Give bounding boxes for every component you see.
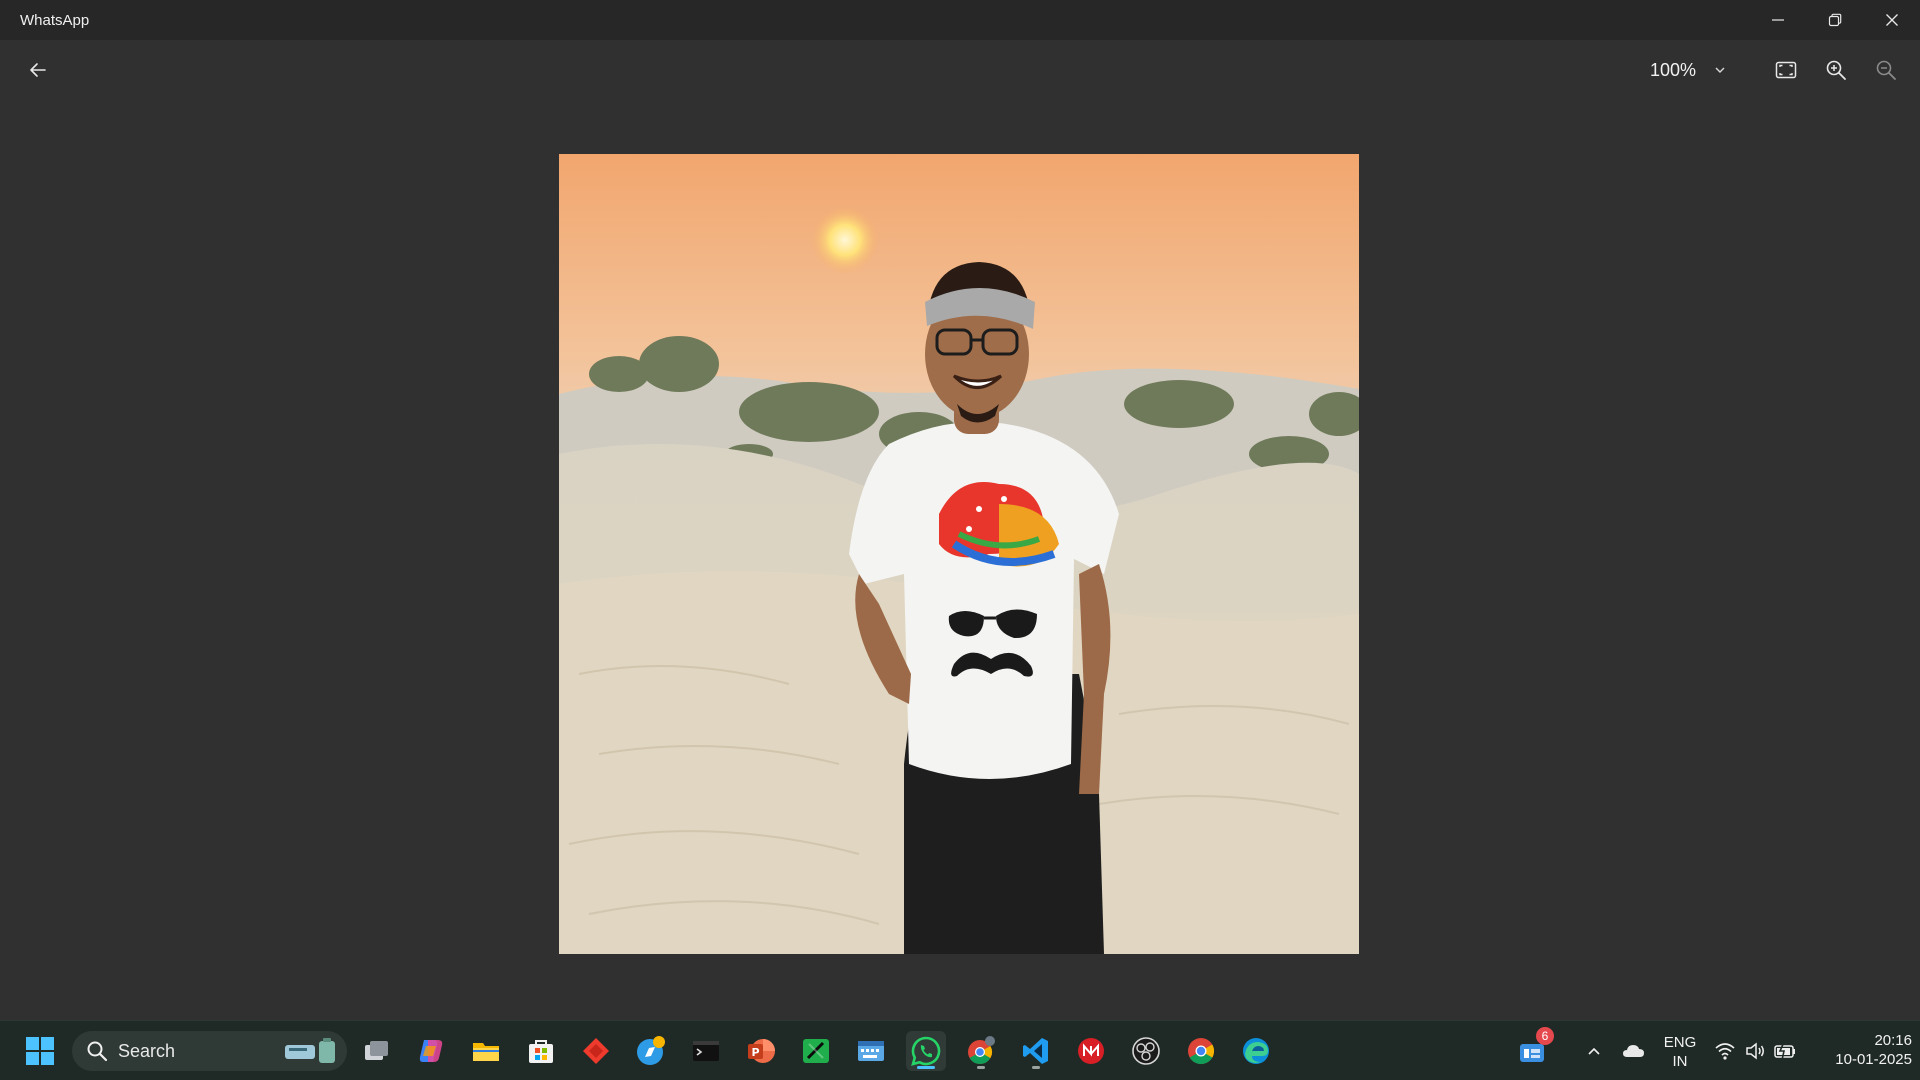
open-app-indicator — [1032, 1066, 1040, 1069]
copilot-button[interactable] — [411, 1031, 451, 1071]
search-highlight-art — [285, 1038, 335, 1063]
input-language-indicator[interactable]: ENG IN — [1660, 1033, 1700, 1071]
edge-button[interactable] — [1236, 1031, 1276, 1071]
onedrive-button[interactable] — [1614, 1031, 1654, 1071]
app-title: WhatsApp — [20, 11, 90, 29]
obs-icon — [1132, 1037, 1160, 1065]
restore-icon — [1828, 13, 1841, 27]
copilot-icon — [419, 1040, 443, 1062]
terminal-button[interactable] — [686, 1031, 726, 1071]
powerpoint-button[interactable]: P — [741, 1031, 781, 1071]
minimize-icon — [1771, 19, 1784, 21]
cloud-icon — [1623, 1045, 1644, 1057]
viewed-photo[interactable] — [559, 154, 1359, 954]
safari-style-browser-button[interactable] — [631, 1031, 671, 1071]
chevron-down-icon — [1715, 67, 1725, 73]
clock-time: 20:16 — [1874, 1032, 1912, 1049]
fit-to-screen-button[interactable] — [1768, 52, 1804, 88]
windows-taskbar: Search P 6 ENG IN 20:16 10-01-2025 — [0, 1020, 1920, 1080]
microsoft-store-button[interactable] — [521, 1031, 561, 1071]
clock-date: 10-01-2025 — [1835, 1051, 1912, 1068]
chrome-profile-button[interactable] — [961, 1031, 1001, 1071]
anydesk-icon — [583, 1038, 609, 1064]
zoom-level-value: 100% — [1650, 59, 1697, 80]
volume-status[interactable] — [1738, 1031, 1772, 1071]
search-label: Search — [118, 1040, 176, 1061]
zoom-out-button[interactable] — [1868, 52, 1904, 88]
windows-logo-icon — [26, 1037, 54, 1065]
task-view-icon — [365, 1041, 388, 1060]
back-button[interactable] — [20, 52, 56, 88]
taskbar-search-box[interactable]: Search — [72, 1031, 347, 1071]
show-hidden-icons-button[interactable] — [1574, 1031, 1614, 1071]
widgets-button[interactable]: 6 — [1512, 1027, 1554, 1071]
close-button[interactable] — [1863, 0, 1920, 40]
whatsapp-icon — [911, 1036, 941, 1066]
spreadsheet-icon — [803, 1039, 829, 1063]
open-app-indicator — [977, 1066, 985, 1069]
battery-charging-icon — [1774, 1041, 1795, 1061]
zoom-out-icon — [1876, 60, 1896, 80]
powerpoint-icon: P — [748, 1039, 775, 1063]
keyboard-app-button[interactable] — [851, 1031, 891, 1071]
wifi-icon — [1715, 1043, 1735, 1060]
chrome-button[interactable] — [1181, 1031, 1221, 1071]
zoom-in-icon — [1826, 60, 1846, 80]
language-region: IN — [1672, 1053, 1688, 1070]
spreadsheet-button[interactable] — [796, 1031, 836, 1071]
battery-status[interactable] — [1768, 1031, 1802, 1071]
chevron-up-icon — [1588, 1047, 1600, 1055]
whatsapp-taskbar-button[interactable] — [906, 1031, 946, 1071]
chrome-profile-icon — [968, 1036, 995, 1065]
vscode-button[interactable] — [1016, 1031, 1056, 1071]
language-code: ENG — [1663, 1034, 1697, 1051]
speaker-icon — [1746, 1042, 1764, 1060]
back-arrow-icon — [30, 63, 46, 77]
sun — [811, 206, 879, 274]
restore-button[interactable] — [1806, 0, 1863, 40]
obs-button[interactable] — [1126, 1031, 1166, 1071]
clock[interactable]: 20:16 10-01-2025 — [1812, 1031, 1912, 1069]
vscode-icon — [1023, 1038, 1048, 1064]
start-button[interactable] — [20, 1031, 60, 1071]
close-icon — [1885, 14, 1898, 26]
window-controls — [1749, 0, 1920, 40]
image-viewer-toolbar: 100% — [0, 40, 1920, 100]
active-app-indicator — [917, 1066, 935, 1069]
search-icon — [87, 1041, 108, 1062]
safari-style-icon — [637, 1036, 665, 1065]
keyboard-app-icon — [858, 1041, 884, 1061]
task-view-button[interactable] — [356, 1031, 396, 1071]
chrome-icon — [1188, 1038, 1215, 1065]
minimize-button[interactable] — [1749, 0, 1806, 40]
file-explorer-icon — [473, 1043, 499, 1061]
zoom-in-button[interactable] — [1818, 52, 1854, 88]
zoom-level-dropdown[interactable]: 100% — [1650, 52, 1726, 88]
edge-icon — [1243, 1038, 1269, 1064]
fit-to-screen-icon — [1775, 61, 1797, 79]
svg-text:P: P — [751, 1046, 759, 1059]
terminal-icon — [693, 1041, 719, 1061]
anydesk-button[interactable] — [576, 1031, 616, 1071]
photo-content — [559, 154, 1359, 954]
wifi-status[interactable] — [1708, 1031, 1742, 1071]
microsoft-store-icon — [529, 1040, 553, 1063]
antivirus-button[interactable] — [1071, 1031, 1111, 1071]
file-explorer-button[interactable] — [466, 1031, 506, 1071]
notification-badge: 6 — [1536, 1027, 1554, 1045]
title-bar: WhatsApp — [0, 0, 1920, 40]
antivirus-icon — [1078, 1038, 1104, 1064]
